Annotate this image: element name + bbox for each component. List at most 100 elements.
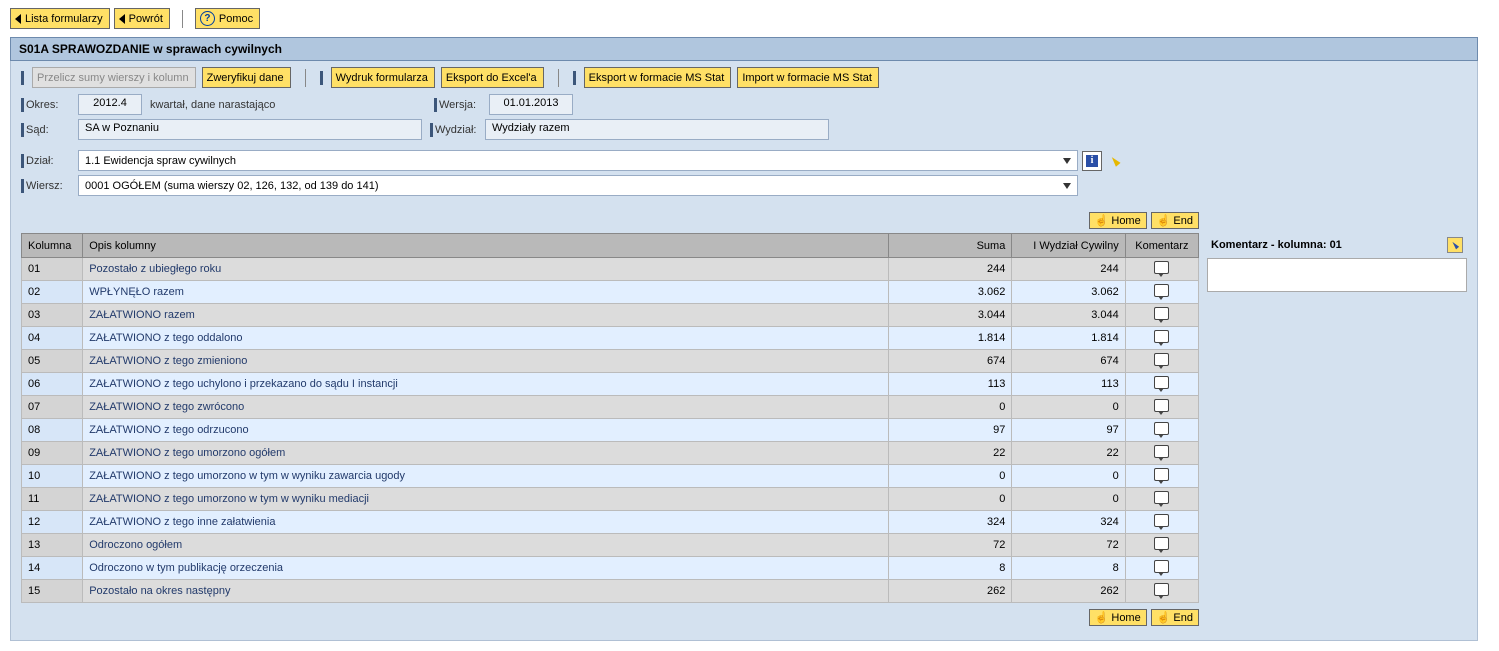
- comment-title: Komentarz - kolumna: 01: [1211, 239, 1342, 251]
- cell-comment[interactable]: [1125, 327, 1198, 350]
- cell-comment[interactable]: [1125, 373, 1198, 396]
- cell-suma: 3.062: [888, 281, 1011, 304]
- comment-textbox[interactable]: [1207, 258, 1467, 292]
- comment-icon: [1154, 261, 1169, 274]
- col-opis[interactable]: Opis kolumny: [83, 234, 889, 258]
- col-wydzial1[interactable]: I Wydział Cywilny: [1012, 234, 1125, 258]
- eksport-excel-button[interactable]: Eksport do Excel'a: [441, 67, 544, 88]
- table-row[interactable]: 08ZAŁATWIONO z tego odrzucono9797: [22, 419, 1199, 442]
- col-komentarz[interactable]: Komentarz: [1125, 234, 1198, 258]
- table-row[interactable]: 06ZAŁATWIONO z tego uchylono i przekazan…: [22, 373, 1199, 396]
- table-row[interactable]: 10ZAŁATWIONO z tego umorzono w tym w wyn…: [22, 465, 1199, 488]
- import-msstat-button[interactable]: Import w formacie MS Stat: [737, 67, 879, 88]
- lista-formularzy-button[interactable]: Lista formularzy: [10, 8, 110, 29]
- comment-icon: [1154, 376, 1169, 389]
- cell-comment[interactable]: [1125, 580, 1198, 603]
- cell-opis: ZAŁATWIONO z tego zmieniono: [83, 350, 889, 373]
- cell-suma: 0: [888, 396, 1011, 419]
- group-bar: [21, 154, 24, 168]
- cell-comment[interactable]: [1125, 258, 1198, 281]
- report-title: S01A SPRAWOZDANIE w sprawach cywilnych: [10, 37, 1478, 61]
- table-row[interactable]: 03ZAŁATWIONO razem3.0443.044: [22, 304, 1199, 327]
- cell-comment[interactable]: [1125, 350, 1198, 373]
- cell-kolumna: 03: [22, 304, 83, 327]
- cell-kolumna: 06: [22, 373, 83, 396]
- home-top-button[interactable]: ☝Home: [1089, 212, 1147, 229]
- cell-kolumna: 09: [22, 442, 83, 465]
- cell-kolumna: 05: [22, 350, 83, 373]
- table-row[interactable]: 02WPŁYNĘŁO razem3.0623.062: [22, 281, 1199, 304]
- group-bar: [21, 123, 24, 137]
- dzial-select[interactable]: 1.1 Ewidencja spraw cywilnych: [78, 150, 1078, 171]
- cell-kolumna: 04: [22, 327, 83, 350]
- home-bottom-button[interactable]: ☝Home: [1089, 609, 1147, 626]
- comment-icon: [1154, 514, 1169, 527]
- cell-comment[interactable]: [1125, 304, 1198, 327]
- eksport-msstat-button[interactable]: Eksport w formacie MS Stat: [584, 67, 732, 88]
- table-row[interactable]: 13Odroczono ogółem7272: [22, 534, 1199, 557]
- cell-comment[interactable]: [1125, 396, 1198, 419]
- comment-edit-button[interactable]: [1447, 237, 1463, 253]
- table-row[interactable]: 01Pozostało z ubiegłego roku244244: [22, 258, 1199, 281]
- table-row[interactable]: 07ZAŁATWIONO z tego zwrócono00: [22, 396, 1199, 419]
- cell-comment[interactable]: [1125, 442, 1198, 465]
- cell-suma: 8: [888, 557, 1011, 580]
- hand-icon: ☝: [1095, 611, 1109, 624]
- wydruk-button[interactable]: Wydruk formularza: [331, 67, 435, 88]
- main-panel: Przelicz sumy wierszy i kolumn Zweryfiku…: [10, 61, 1478, 641]
- table-row[interactable]: 04ZAŁATWIONO z tego oddalono1.8141.814: [22, 327, 1199, 350]
- pomoc-button[interactable]: ? Pomoc: [195, 8, 260, 29]
- cell-comment[interactable]: [1125, 511, 1198, 534]
- cell-wydzial1: 0: [1012, 396, 1125, 419]
- cell-comment[interactable]: [1125, 465, 1198, 488]
- comment-header: Komentarz - kolumna: 01: [1207, 234, 1467, 256]
- cell-comment[interactable]: [1125, 488, 1198, 511]
- table-row[interactable]: 12ZAŁATWIONO z tego inne załatwienia3243…: [22, 511, 1199, 534]
- group-bar: [21, 179, 24, 193]
- table-row[interactable]: 09ZAŁATWIONO z tego umorzono ogółem2222: [22, 442, 1199, 465]
- col-suma[interactable]: Suma: [888, 234, 1011, 258]
- powrot-button[interactable]: Powrót: [114, 8, 170, 29]
- pomoc-label: Pomoc: [219, 13, 253, 25]
- dzial-edit-button[interactable]: [1106, 152, 1124, 170]
- cell-opis: Odroczono ogółem: [83, 534, 889, 557]
- dzial-row: Dział: 1.1 Ewidencja spraw cywilnych i: [21, 150, 1467, 171]
- hand-icon: ☝: [1095, 214, 1109, 227]
- table-row[interactable]: 14Odroczono w tym publikację orzeczenia8…: [22, 557, 1199, 580]
- table-row[interactable]: 15Pozostało na okres następny262262: [22, 580, 1199, 603]
- cell-comment[interactable]: [1125, 419, 1198, 442]
- comment-icon: [1154, 399, 1169, 412]
- cell-suma: 0: [888, 465, 1011, 488]
- end-top-button[interactable]: ☝End: [1151, 212, 1199, 229]
- group-bar: [320, 71, 323, 85]
- okres-field[interactable]: 2012.4: [78, 94, 142, 115]
- cell-wydzial1: 0: [1012, 465, 1125, 488]
- separator: [182, 10, 183, 28]
- wydzial-field[interactable]: Wydziały razem: [485, 119, 829, 140]
- sad-field[interactable]: SA w Poznaniu: [78, 119, 422, 140]
- cell-comment[interactable]: [1125, 557, 1198, 580]
- comment-icon: [1154, 422, 1169, 435]
- dzial-info-button[interactable]: i: [1082, 151, 1102, 171]
- zweryfikuj-button[interactable]: Zweryfikuj dane: [202, 67, 291, 88]
- group-bar: [434, 98, 437, 112]
- table-row[interactable]: 11ZAŁATWIONO z tego umorzono w tym w wyn…: [22, 488, 1199, 511]
- okres-wersja-row: Okres: 2012.4 kwartał, dane narastająco …: [21, 94, 1467, 115]
- table-row[interactable]: 05ZAŁATWIONO z tego zmieniono674674: [22, 350, 1199, 373]
- cell-wydzial1: 97: [1012, 419, 1125, 442]
- cell-opis: ZAŁATWIONO z tego umorzono w tym w wynik…: [83, 488, 889, 511]
- wiersz-select[interactable]: 0001 OGÓŁEM (suma wierszy 02, 126, 132, …: [78, 175, 1078, 196]
- hand-icon: ☝: [1157, 214, 1171, 227]
- table-header-row: Kolumna Opis kolumny Suma I Wydział Cywi…: [22, 234, 1199, 258]
- end-bottom-button[interactable]: ☝End: [1151, 609, 1199, 626]
- cell-opis: Odroczono w tym publikację orzeczenia: [83, 557, 889, 580]
- comment-icon: [1154, 468, 1169, 481]
- cell-comment[interactable]: [1125, 281, 1198, 304]
- group-bar: [21, 98, 24, 112]
- action-toolbar: Przelicz sumy wierszy i kolumn Zweryfiku…: [21, 67, 1467, 88]
- comment-panel: Komentarz - kolumna: 01: [1207, 210, 1467, 292]
- cell-comment[interactable]: [1125, 534, 1198, 557]
- wersja-field[interactable]: 01.01.2013: [489, 94, 573, 115]
- cell-suma: 72: [888, 534, 1011, 557]
- col-kolumna[interactable]: Kolumna: [22, 234, 83, 258]
